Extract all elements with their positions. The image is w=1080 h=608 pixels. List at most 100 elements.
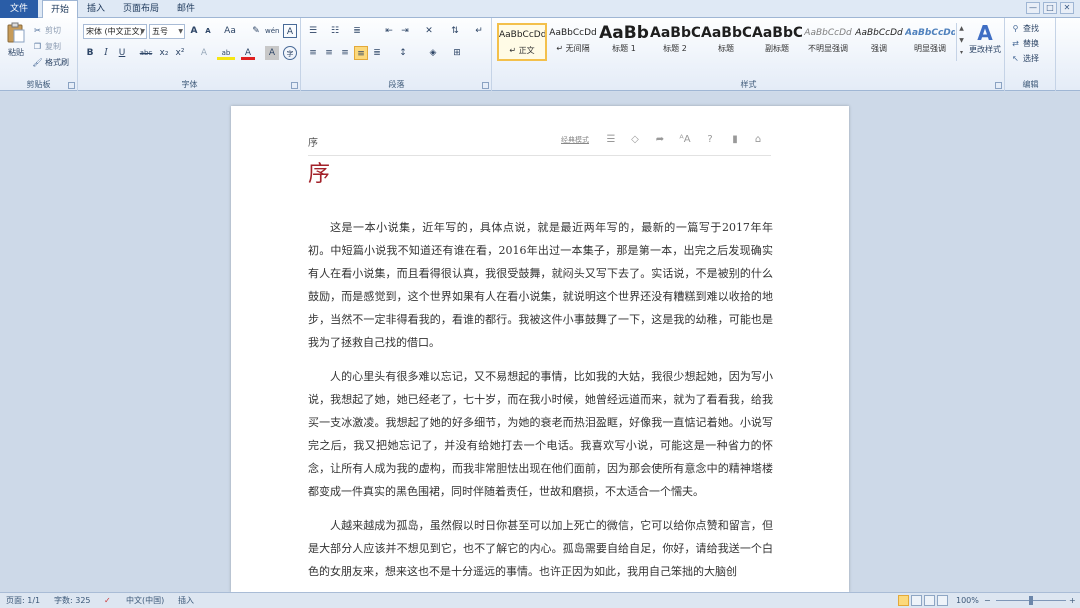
style-normal[interactable]: AaBbCcDd ↵ 正文 [497, 23, 547, 61]
tab-file[interactable]: 文件 [0, 0, 38, 18]
style-title[interactable]: AaBbC 标题 [701, 23, 751, 61]
minimize-button[interactable]: — [1026, 2, 1040, 14]
align-left-icon[interactable]: ≡ [306, 46, 320, 60]
align-right-icon[interactable]: ≡ [338, 46, 352, 60]
diamond-icon[interactable]: ◇ [628, 133, 642, 147]
shading-icon[interactable]: ◈ [426, 46, 440, 60]
superscript-button[interactable]: x² [173, 46, 187, 60]
tab-insert[interactable]: 插入 [80, 0, 112, 18]
char-border-button[interactable]: A [283, 24, 297, 38]
multilevel-list-icon[interactable]: ≣ [350, 24, 364, 38]
numbering-icon[interactable]: ☷ [328, 24, 342, 38]
strikethrough-button[interactable]: abc [137, 46, 155, 60]
italic-button[interactable]: I [99, 46, 113, 60]
style-subtle-emphasis[interactable]: AaBbCcDd 不明显强调 [803, 23, 853, 61]
change-styles-button[interactable]: A 更改样式 [967, 22, 1003, 66]
paragraph-launcher-icon[interactable] [482, 82, 489, 89]
toc-icon[interactable]: ☰ [604, 133, 618, 147]
justify-icon[interactable]: ≡ [354, 46, 368, 60]
restore-button[interactable]: □ [1043, 2, 1057, 14]
font-size-combo[interactable]: 五号 ▼ [149, 24, 185, 39]
close-button[interactable]: ✕ [1060, 2, 1074, 14]
style-intense-emphasis[interactable]: AaBbCcDd 明显强调 [905, 23, 955, 61]
status-bar: 页面: 1/1 字数: 325 ✓ 中文(中国) 插入 100% − + [0, 592, 1080, 608]
enclose-char-button[interactable]: 字 [283, 46, 297, 60]
tab-home[interactable]: 开始 [42, 0, 78, 19]
copy-button[interactable]: ❐ 复制 [32, 40, 61, 54]
show-marks-icon[interactable]: ↵ [472, 24, 486, 38]
font-launcher-icon[interactable] [291, 82, 298, 89]
share-icon[interactable]: ➦ [653, 133, 667, 147]
replace-button[interactable]: ⇄ 替换 [1010, 37, 1039, 51]
styles-launcher-icon[interactable] [995, 82, 1002, 89]
cut-button[interactable]: ✂ 剪切 [32, 24, 61, 38]
underline-button[interactable]: U [115, 46, 129, 60]
style-subtitle[interactable]: AaBbC 副标题 [752, 23, 802, 61]
increase-indent-icon[interactable]: ⇥ [398, 24, 412, 38]
zoom-slider-thumb[interactable] [1029, 596, 1033, 605]
style-name: 标题 [718, 44, 734, 53]
replace-label: 替换 [1023, 39, 1039, 48]
sort-icon[interactable]: ⇅ [448, 24, 462, 38]
char-shading-button[interactable]: A [265, 46, 279, 60]
tab-page-layout[interactable]: 页面布局 [116, 0, 166, 18]
print-layout-view-button[interactable] [898, 595, 909, 606]
copy-icon: ❐ [33, 42, 42, 51]
select-button[interactable]: ↖ 选择 [1010, 52, 1039, 66]
body-text[interactable]: 这是一本小说集，近年写的，具体点说，就是最近两年写的，最新的一篇写于2017年年… [308, 216, 773, 592]
clipboard-group-label: 剪贴板 [26, 80, 51, 89]
classic-mode-link[interactable]: 经典模式 [561, 135, 589, 145]
zoom-in-button[interactable]: + [1069, 593, 1076, 608]
find-button[interactable]: ⚲ 查找 [1010, 22, 1039, 36]
borders-icon[interactable]: ⊞ [450, 46, 464, 60]
style-heading-2[interactable]: AaBbC 标题 2 [650, 23, 700, 61]
chapter-title: 序 [308, 162, 331, 187]
highlight-button[interactable]: ab [217, 46, 235, 60]
bullets-icon[interactable]: ☰ [306, 24, 320, 38]
font-size-value: 五号 [152, 27, 168, 36]
grow-font-button[interactable]: A [187, 24, 201, 38]
subscript-button[interactable]: x₂ [157, 46, 171, 60]
phonetic-guide-button[interactable]: wén [265, 24, 279, 38]
document-canvas[interactable]: 序 经典模式 ☰ ◇ ➦ ᴬA ? ▮ ⌂ 序 这是一本小说集，近年写的，具体点… [0, 92, 1080, 592]
clipboard-launcher-icon[interactable] [68, 82, 75, 89]
line-spacing-icon[interactable]: ↕ [396, 46, 410, 60]
format-painter-label: 格式刷 [45, 58, 69, 67]
paste-icon [7, 22, 25, 43]
font-group-label: 字体 [181, 80, 198, 89]
bookmark-icon[interactable]: ▮ [728, 133, 742, 147]
help-icon[interactable]: ? [703, 133, 717, 147]
full-screen-view-button[interactable] [911, 595, 922, 606]
document-page[interactable]: 序 经典模式 ☰ ◇ ➦ ᴬA ? ▮ ⌂ 序 这是一本小说集，近年写的，具体点… [231, 106, 849, 592]
font-name-combo[interactable]: 宋体 (中文正文) ▼ [83, 24, 147, 39]
decrease-indent-icon[interactable]: ⇤ [382, 24, 396, 38]
insert-mode-indicator[interactable]: 插入 [178, 593, 194, 608]
language-indicator[interactable]: 中文(中国) [126, 593, 164, 608]
chinese-layout-icon[interactable]: ✕ [422, 24, 436, 38]
styles-scroll[interactable]: ▲ ▼ ▾ [956, 23, 966, 61]
text-effects-button[interactable]: A [197, 46, 211, 60]
page-count[interactable]: 页面: 1/1 [6, 593, 40, 608]
style-sample: AaBb [599, 23, 649, 43]
format-painter-button[interactable]: 🖌 格式刷 [32, 56, 69, 70]
style-emphasis[interactable]: AaBbCcDd 强调 [854, 23, 904, 61]
bold-button[interactable]: B [83, 46, 97, 60]
outline-view-button[interactable] [937, 595, 948, 606]
style-heading-1[interactable]: AaBb 标题 1 [599, 23, 649, 61]
word-count[interactable]: 字数: 325 [54, 593, 91, 608]
align-center-icon[interactable]: ≡ [322, 46, 336, 60]
shrink-font-button[interactable]: A [201, 24, 215, 38]
paste-button[interactable]: 粘贴 [4, 22, 28, 64]
zoom-level[interactable]: 100% [956, 593, 979, 608]
clear-format-button[interactable]: ✎ [249, 24, 263, 38]
distributed-icon[interactable]: ≣ [370, 46, 384, 60]
zoom-out-button[interactable]: − [984, 593, 991, 608]
web-layout-view-button[interactable] [924, 595, 935, 606]
home-icon[interactable]: ⌂ [751, 133, 765, 147]
font-color-button[interactable]: A [241, 46, 255, 60]
proofing-icon[interactable]: ✓ [104, 593, 111, 608]
change-case-button[interactable]: Aa [221, 24, 239, 38]
style-no-spacing[interactable]: AaBbCcDd ↵ 无间隔 [548, 23, 598, 61]
font-size-icon[interactable]: ᴬA [678, 133, 692, 147]
tab-mailings[interactable]: 邮件 [170, 0, 202, 18]
